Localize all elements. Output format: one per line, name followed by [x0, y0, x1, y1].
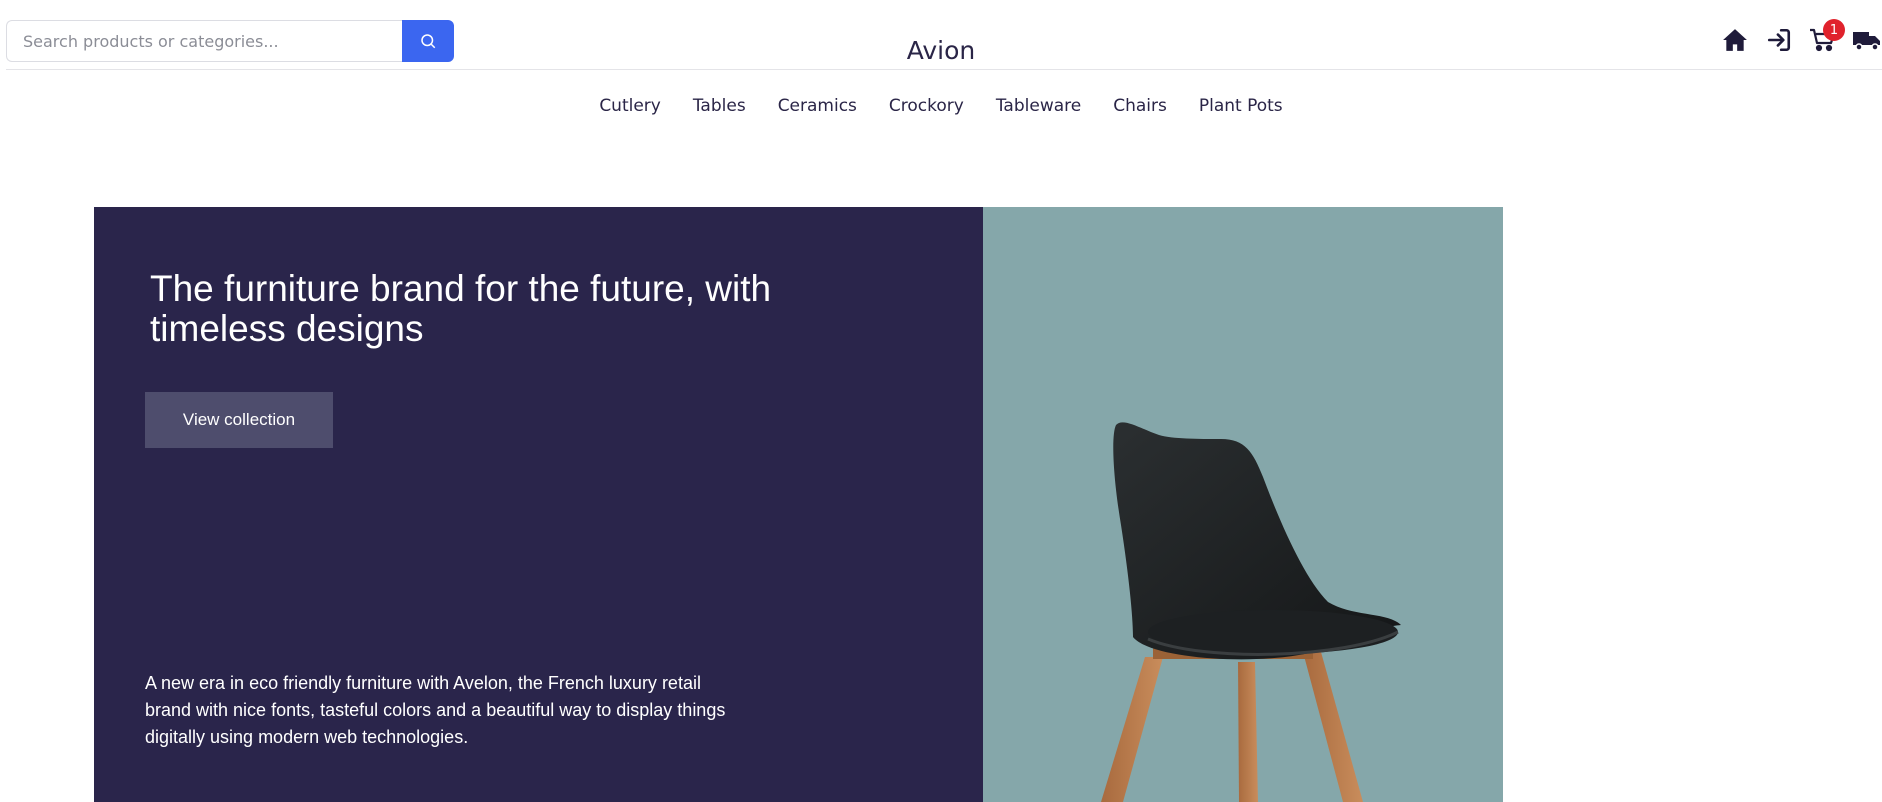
home-icon[interactable]: [1722, 27, 1748, 58]
hero-image-panel: [983, 207, 1503, 802]
login-icon[interactable]: [1766, 27, 1792, 58]
nav-item-tables[interactable]: Tables: [677, 96, 762, 116]
brand-logo[interactable]: Avion: [0, 36, 1882, 65]
nav-item-tableware[interactable]: Tableware: [980, 96, 1097, 116]
header-divider: [6, 69, 1882, 70]
chair-image: [1101, 422, 1401, 802]
nav-item-ceramics[interactable]: Ceramics: [762, 96, 873, 116]
cart-icon[interactable]: 1: [1809, 19, 1845, 58]
nav-item-chairs[interactable]: Chairs: [1097, 96, 1183, 116]
nav-item-crockory[interactable]: Crockory: [873, 96, 980, 116]
delivery-truck-icon[interactable]: [1852, 27, 1882, 58]
hero-title: The furniture brand for the future, with…: [150, 268, 772, 349]
hero-banner: The furniture brand for the future, with…: [94, 207, 1503, 802]
nav-item-cutlery[interactable]: Cutlery: [583, 96, 677, 116]
category-nav: Cutlery Tables Ceramics Crockory Tablewa…: [0, 96, 1882, 116]
cart-badge: 1: [1823, 19, 1845, 41]
hero-text-panel: The furniture brand for the future, with…: [94, 207, 983, 802]
view-collection-button[interactable]: View collection: [145, 392, 333, 448]
hero-description: A new era in eco friendly furniture with…: [145, 673, 726, 747]
nav-item-plant-pots[interactable]: Plant Pots: [1183, 96, 1299, 116]
